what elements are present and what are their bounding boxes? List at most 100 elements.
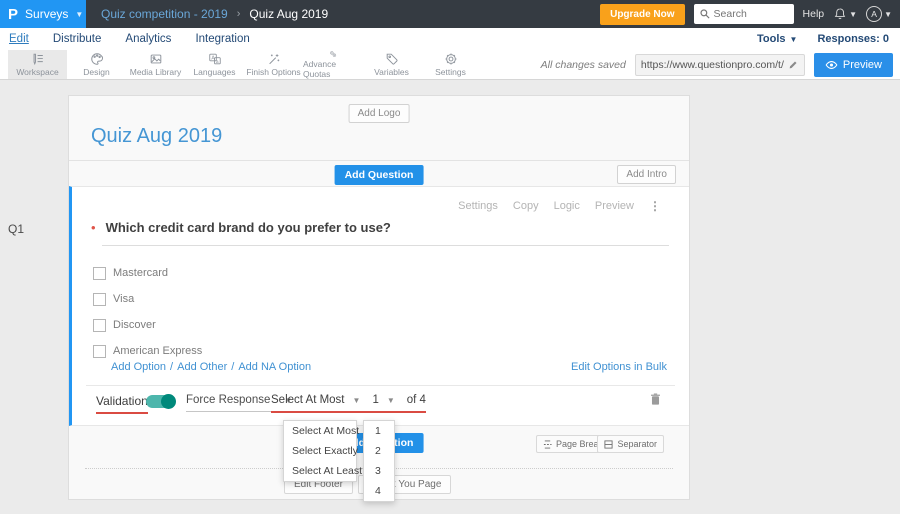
add-question-button-top[interactable]: Add Question: [334, 165, 424, 185]
question-block: Settings Copy Logic Preview ⋮ • Which cr…: [69, 186, 689, 426]
notifications-menu[interactable]: ▼: [833, 7, 857, 21]
caret-down-icon: ▼: [75, 9, 84, 19]
header-divider: [69, 160, 689, 161]
upgrade-now-button[interactable]: Upgrade Now: [600, 3, 685, 25]
tools-menu[interactable]: Tools ▼: [757, 33, 797, 45]
validation-divider: [86, 385, 675, 386]
section-nav-links: Edit Distribute Analytics Integration: [0, 33, 250, 45]
checkbox[interactable]: [93, 292, 106, 306]
add-intro-button[interactable]: Add Intro: [617, 165, 676, 184]
toolbar-item-settings[interactable]: Settings: [421, 50, 480, 79]
rule-count-dropdown[interactable]: 1 ▼: [372, 394, 394, 406]
list-item: Discover: [93, 312, 669, 338]
list-item: Mastercard: [93, 260, 669, 286]
of-total-label: of 4: [406, 394, 426, 406]
survey-url-field: [634, 53, 805, 76]
tab-analytics[interactable]: Analytics: [125, 33, 171, 45]
topbar-actions: Upgrade Now Help ▼ A ▼: [600, 3, 900, 25]
questionpro-logo: P: [8, 5, 19, 23]
breadcrumb-folder[interactable]: Quiz competition - 2019: [101, 7, 228, 21]
finish-options-icon: [268, 54, 279, 65]
toolbar-item-advance-quotas[interactable]: Advance Quotas: [303, 50, 362, 79]
menu-item-select-exactly[interactable]: Select Exactly: [284, 441, 358, 461]
breadcrumb: Quiz competition - 2019 › Quiz Aug 2019: [101, 7, 328, 21]
rule-count-dropdown-menu: 1 2 3 4: [363, 420, 395, 502]
page-break-icon: [543, 439, 552, 449]
answer-options: Mastercard Visa Discover American Expres…: [93, 260, 669, 364]
toolbar-item-finish-options[interactable]: Finish Options: [244, 50, 303, 79]
add-na-option-link[interactable]: Add NA Option: [238, 361, 311, 373]
rule-type-dropdown[interactable]: Select At Most ▼: [271, 394, 360, 406]
nav-right: Tools ▼ Responses: 0: [757, 33, 900, 45]
toolbar-item-variables[interactable]: Variables: [362, 50, 421, 79]
tab-distribute[interactable]: Distribute: [53, 33, 102, 45]
list-item: Visa: [93, 286, 669, 312]
help-link[interactable]: Help: [803, 8, 825, 20]
menu-item-count-1[interactable]: 1: [364, 421, 394, 441]
surveys-product-menu[interactable]: P Surveys ▼: [0, 0, 86, 28]
autosave-status: All changes saved: [540, 58, 626, 71]
top-bar: P Surveys ▼ Quiz competition - 2019 › Qu…: [0, 0, 900, 28]
survey-url-input[interactable]: [640, 58, 784, 71]
tab-edit[interactable]: Edit: [9, 33, 29, 45]
section-nav: Edit Distribute Analytics Integration To…: [0, 28, 900, 50]
toolbar-item-workspace[interactable]: Workspace: [8, 50, 67, 79]
toolbar-item-media-library[interactable]: Media Library: [126, 50, 185, 79]
add-logo-button[interactable]: Add Logo: [348, 104, 410, 123]
media-library-icon: [150, 54, 161, 64]
design-icon: [90, 53, 103, 65]
workspace-canvas: Q1 Add Logo Quiz Aug 2019 Add Question A…: [0, 80, 900, 514]
eye-icon: [825, 60, 838, 69]
validation-toggle[interactable]: [146, 394, 176, 409]
tab-integration[interactable]: Integration: [195, 33, 249, 45]
avatar: A: [866, 6, 883, 22]
edit-url-pencil-icon[interactable]: [788, 59, 799, 70]
question-copy-link[interactable]: Copy: [513, 200, 539, 212]
toggle-knob: [161, 394, 176, 409]
menu-item-select-at-most[interactable]: Select At Most: [284, 421, 359, 441]
question-divider: [102, 245, 669, 246]
add-other-link[interactable]: Add Other: [177, 361, 227, 373]
trash-icon: [651, 393, 660, 405]
caret-down-icon: ▼: [789, 34, 798, 44]
preview-button[interactable]: Preview: [813, 52, 893, 77]
toolbar-item-languages[interactable]: Aa Languages: [185, 50, 244, 79]
question-text[interactable]: Which credit card brand do you prefer to…: [106, 220, 391, 235]
survey-title[interactable]: Quiz Aug 2019: [91, 125, 222, 148]
svg-text:A: A: [211, 55, 215, 61]
edit-options-in-bulk-link[interactable]: Edit Options in Bulk: [571, 361, 667, 373]
separator-icon: [604, 439, 614, 449]
question-preview-link[interactable]: Preview: [595, 200, 634, 212]
questionpro-survey-editor: P Surveys ▼ Quiz competition - 2019 › Qu…: [0, 0, 900, 514]
responses-count-link[interactable]: Responses: 0: [817, 33, 889, 45]
required-marker: •: [91, 220, 96, 235]
option-links-row: Add Option / Add Other / Add NA Option E…: [111, 361, 667, 373]
question-settings-link[interactable]: Settings: [458, 200, 498, 212]
menu-item-count-4[interactable]: 4: [364, 481, 394, 501]
separator-button[interactable]: Separator: [597, 435, 664, 453]
menu-item-count-3[interactable]: 3: [364, 461, 394, 481]
caret-down-icon: ▼: [386, 395, 395, 405]
question-logic-link[interactable]: Logic: [554, 200, 580, 212]
editor-toolbar: Workspace Design Media Library Aa Langua…: [0, 50, 900, 80]
question-text-row: • Which credit card brand do you prefer …: [91, 220, 391, 235]
global-search: [693, 4, 794, 24]
account-menu[interactable]: A ▼: [866, 6, 892, 22]
menu-item-select-at-least[interactable]: Select At Least: [284, 461, 362, 481]
advance-quotas-icon: [329, 51, 336, 57]
checkbox[interactable]: [93, 344, 106, 358]
checkbox[interactable]: [93, 318, 106, 332]
add-option-link[interactable]: Add Option: [111, 361, 166, 373]
workspace-icon: [33, 53, 43, 66]
caret-down-icon: ▼: [352, 395, 361, 405]
breadcrumb-current-survey: Quiz Aug 2019: [249, 7, 329, 21]
delete-question-button[interactable]: [649, 392, 662, 411]
kebab-menu-icon[interactable]: ⋮: [649, 199, 661, 213]
checkbox[interactable]: [93, 266, 106, 280]
toolbar-right: All changes saved Preview: [541, 50, 900, 79]
toolbar-item-design[interactable]: Design: [67, 50, 126, 79]
rule-type-dropdown-menu: Select At Most Select Exactly Select At …: [283, 420, 362, 482]
languages-icon: Aa: [208, 53, 221, 65]
menu-item-count-2[interactable]: 2: [364, 441, 394, 461]
question-actions: Settings Copy Logic Preview ⋮: [458, 199, 661, 213]
